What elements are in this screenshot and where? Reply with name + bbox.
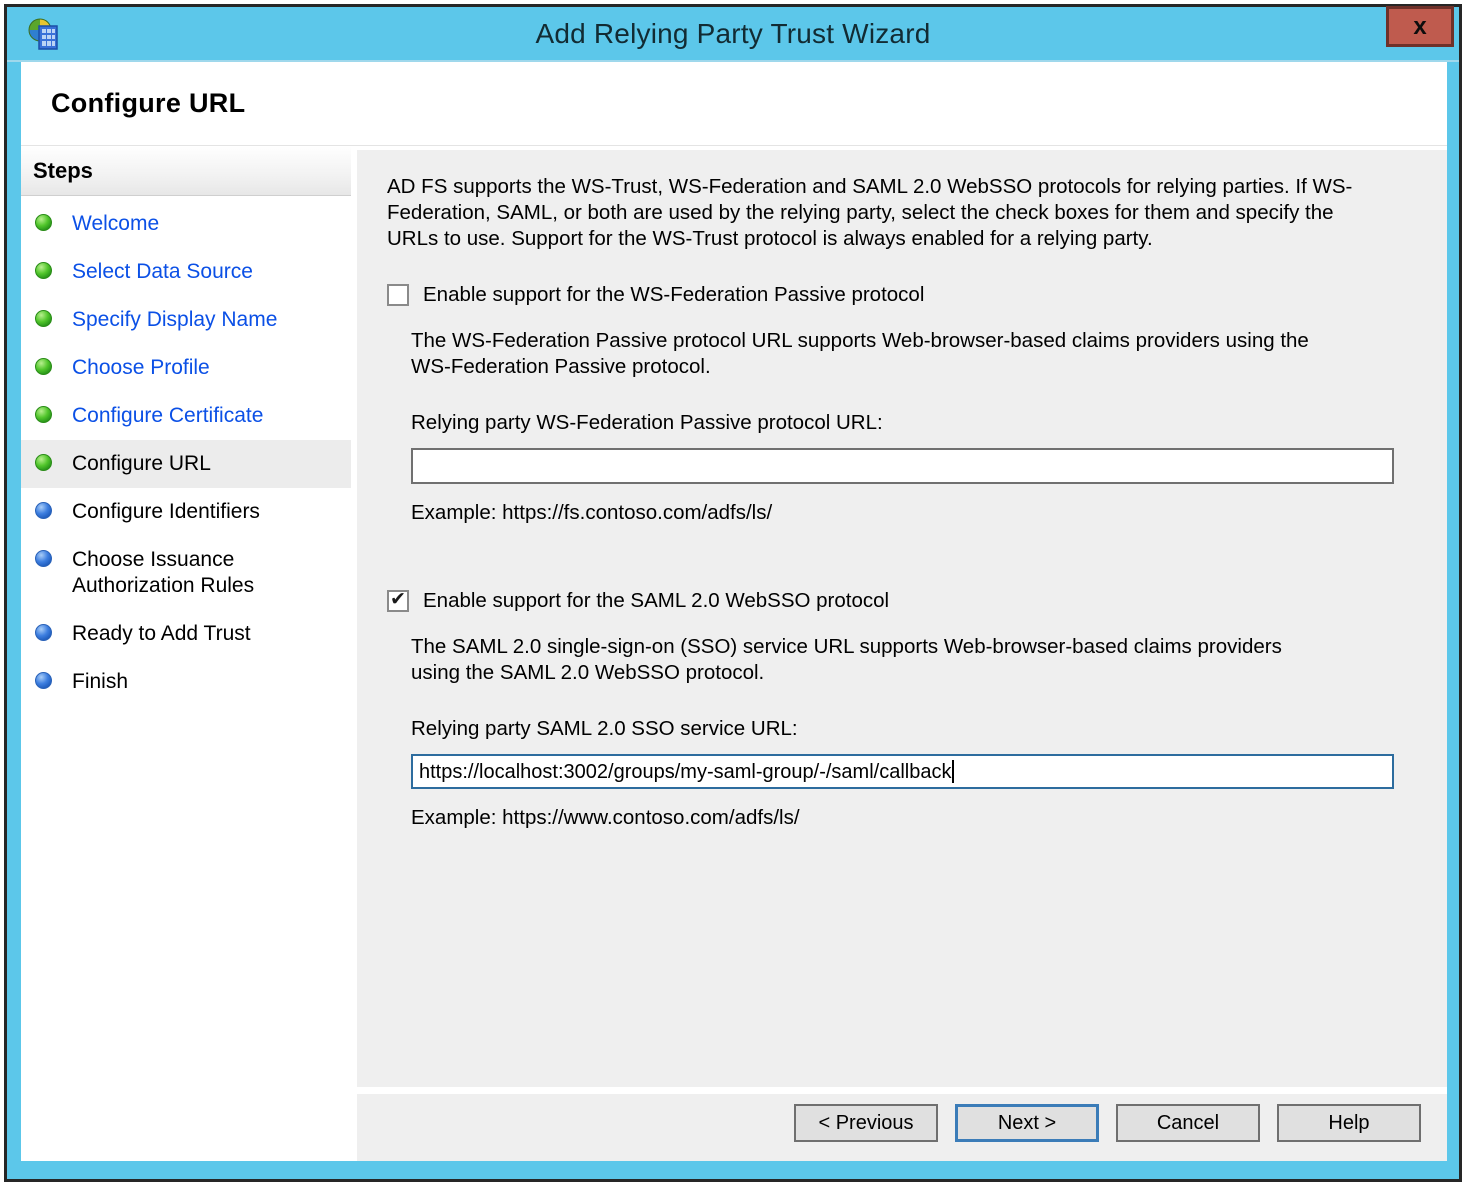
screenshot-root: Add Relying Party Trust Wizard x Configu… xyxy=(0,0,1464,1184)
saml-checkbox[interactable] xyxy=(387,590,409,612)
step-complete-icon xyxy=(35,310,52,327)
saml-checkbox-label[interactable]: Enable support for the SAML 2.0 WebSSO p… xyxy=(423,588,889,614)
close-button[interactable]: x xyxy=(1386,6,1454,47)
step-complete-icon xyxy=(35,406,52,423)
wsfed-checkbox[interactable] xyxy=(387,284,409,306)
wizard-window: Add Relying Party Trust Wizard x Configu… xyxy=(4,4,1462,1182)
next-button[interactable]: Next > xyxy=(955,1104,1099,1142)
page-header: Configure URL xyxy=(21,62,1447,146)
sidebar-item-configure-url: Configure URL xyxy=(21,440,351,488)
wsfed-example: Example: https://fs.contoso.com/adfs/ls/ xyxy=(411,500,1394,526)
wsfed-url-label: Relying party WS-Federation Passive prot… xyxy=(411,410,1394,436)
saml-checkbox-row: Enable support for the SAML 2.0 WebSSO p… xyxy=(387,588,1394,614)
step-complete-icon xyxy=(35,262,52,279)
titlebar[interactable]: Add Relying Party Trust Wizard x xyxy=(7,7,1459,62)
step-pending-icon xyxy=(35,624,52,641)
step-complete-icon xyxy=(35,358,52,375)
cancel-button[interactable]: Cancel xyxy=(1116,1104,1260,1142)
step-current-icon xyxy=(35,454,52,471)
help-button[interactable]: Help xyxy=(1277,1104,1421,1142)
sidebar-item-select-data-source[interactable]: Select Data Source xyxy=(21,248,351,296)
sidebar-item-specify-display-name[interactable]: Specify Display Name xyxy=(21,296,351,344)
wsfed-checkbox-label[interactable]: Enable support for the WS-Federation Pas… xyxy=(423,282,924,308)
saml-description: The SAML 2.0 single-sign-on (SSO) servic… xyxy=(411,634,1311,686)
saml-example: Example: https://www.contoso.com/adfs/ls… xyxy=(411,805,1394,831)
sidebar-item-welcome[interactable]: Welcome xyxy=(21,200,351,248)
sidebar-item-choose-profile[interactable]: Choose Profile xyxy=(21,344,351,392)
footer-divider xyxy=(357,1087,1447,1094)
close-icon: x xyxy=(1413,15,1426,39)
step-complete-icon xyxy=(35,214,52,231)
saml-url-input[interactable]: https://localhost:3002/groups/my-saml-gr… xyxy=(411,754,1394,789)
sidebar-item-choose-issuance-authorization-rules: Choose Issuance Authorization Rules xyxy=(21,536,351,610)
sidebar-item-finish: Finish xyxy=(21,658,351,706)
wsfed-checkbox-row: Enable support for the WS-Federation Pas… xyxy=(387,282,1394,308)
previous-button[interactable]: < Previous xyxy=(794,1104,938,1142)
steps-heading: Steps xyxy=(21,146,351,196)
steps-sidebar: Steps Welcome Select Data Source Spec xyxy=(21,146,351,1161)
window-title: Add Relying Party Trust Wizard xyxy=(7,18,1459,50)
page-title: Configure URL xyxy=(51,88,245,119)
wsfed-url-input[interactable] xyxy=(411,448,1394,484)
sidebar-item-ready-to-add-trust: Ready to Add Trust xyxy=(21,610,351,658)
sidebar-item-configure-certificate[interactable]: Configure Certificate xyxy=(21,392,351,440)
configure-url-pane: AD FS supports the WS-Trust, WS-Federati… xyxy=(357,146,1447,1087)
text-cursor xyxy=(952,760,954,783)
step-pending-icon xyxy=(35,672,52,689)
saml-url-value: https://localhost:3002/groups/my-saml-gr… xyxy=(419,759,951,785)
window-body: Configure URL Steps Welcome Select Data … xyxy=(7,62,1459,1179)
sidebar-item-configure-identifiers: Configure Identifiers xyxy=(21,488,351,536)
intro-text: AD FS supports the WS-Trust, WS-Federati… xyxy=(387,174,1362,252)
step-pending-icon xyxy=(35,502,52,519)
step-pending-icon xyxy=(35,550,52,567)
saml-url-label: Relying party SAML 2.0 SSO service URL: xyxy=(411,716,1394,742)
footer-button-row: < Previous Next > Cancel Help xyxy=(357,1094,1447,1161)
wsfed-description: The WS-Federation Passive protocol URL s… xyxy=(411,328,1311,380)
